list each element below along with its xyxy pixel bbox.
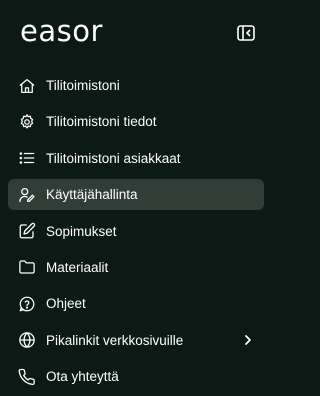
nav-item-label: Käyttäjähallinta: [46, 187, 138, 203]
nav-item-tilitoimistoni-asiakkaat[interactable]: Tilitoimistoni asiakkaat: [8, 143, 264, 174]
nav-item-ota-yhteytta[interactable]: Ota yhteyttä: [8, 361, 264, 392]
sidebar-collapse-icon: [237, 25, 255, 41]
edit-document-icon: [17, 221, 37, 241]
sidebar-collapse-button[interactable]: [235, 23, 257, 43]
globe-icon: [17, 330, 37, 350]
nav-item-label: Tilitoimistoni asiakkaat: [46, 150, 181, 166]
nav-item-tilitoimistoni[interactable]: Tilitoimistoni: [8, 70, 264, 101]
user-edit-icon: [17, 185, 37, 205]
nav-item-tilitoimistoni-tiedot[interactable]: Tilitoimistoni tiedot: [8, 106, 264, 137]
nav-item-label: Tilitoimistoni: [46, 78, 120, 93]
nav-item-label: Materiaalit: [46, 259, 109, 275]
nav-item-label: Tilitoimistoni tiedot: [46, 114, 157, 130]
nav-item-materiaalit[interactable]: Materiaalit: [8, 252, 264, 283]
brand-logo[interactable]: easor: [20, 14, 103, 48]
home-icon: [17, 76, 37, 96]
nav-item-label: Sopimukset: [46, 223, 117, 239]
list-icon: [17, 148, 37, 168]
nav-item-label: Ohjeet: [46, 296, 86, 312]
phone-icon: [17, 367, 37, 387]
help-bubble-icon: [17, 294, 37, 314]
settings-icon: [17, 112, 37, 132]
chevron-right-icon: [242, 334, 254, 346]
sidebar: easor Tilitoimistoni Tilitoimistoni tied…: [0, 0, 274, 396]
nav-item-sopimukset[interactable]: Sopimukset: [8, 216, 264, 247]
nav-item-label: Pikalinkit verkkosivuille: [46, 332, 184, 348]
folder-icon: [17, 257, 37, 277]
nav-item-label: Ota yhteyttä: [46, 369, 119, 385]
nav-item-kayttajahallinta[interactable]: Käyttäjähallinta: [8, 179, 264, 211]
nav-item-pikalinkit[interactable]: Pikalinkit verkkosivuille: [8, 325, 264, 356]
main-navigation: Tilitoimistoni Tilitoimistoni tiedot Til…: [8, 70, 264, 396]
nav-item-ohjeet[interactable]: Ohjeet: [8, 288, 264, 319]
